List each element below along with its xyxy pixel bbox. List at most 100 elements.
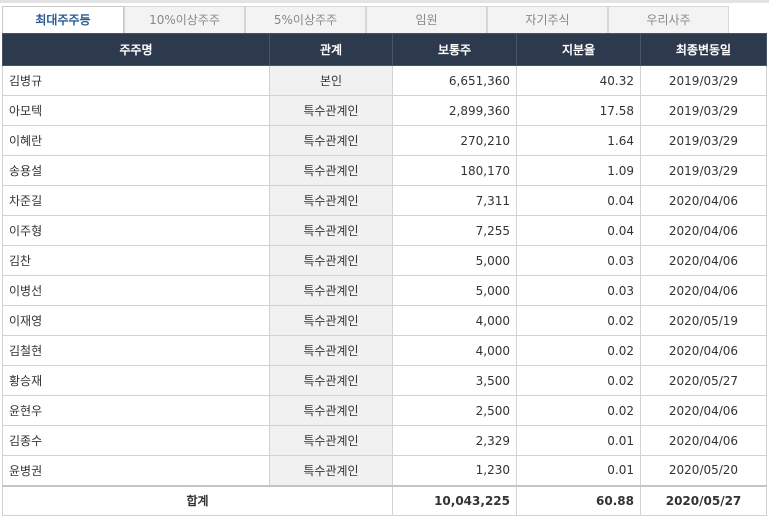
table-row: 황승재 특수관계인 3,500 0.02 2020/05/27 bbox=[2, 365, 767, 396]
shareholder-shares: 2,500 bbox=[392, 395, 517, 426]
shareholder-relation: 특수관계인 bbox=[269, 365, 393, 396]
table-row: 윤현우 특수관계인 2,500 0.02 2020/04/06 bbox=[2, 395, 767, 426]
shareholder-ratio: 0.02 bbox=[516, 365, 641, 396]
shareholder-shares: 2,899,360 bbox=[392, 95, 517, 126]
shareholder-name: 황승재 bbox=[2, 365, 270, 396]
shareholder-ratio: 0.02 bbox=[516, 395, 641, 426]
shareholder-ratio: 0.01 bbox=[516, 455, 641, 486]
shareholder-relation: 특수관계인 bbox=[269, 185, 393, 216]
table-row: 송용설 특수관계인 180,170 1.09 2019/03/29 bbox=[2, 155, 767, 186]
shareholder-name: 김찬 bbox=[2, 245, 270, 276]
shareholder-ratio: 40.32 bbox=[516, 65, 641, 96]
table-row: 김찬 특수관계인 5,000 0.03 2020/04/06 bbox=[2, 245, 767, 276]
shareholder-change-date: 2020/04/06 bbox=[640, 245, 767, 276]
shareholder-relation: 본인 bbox=[269, 65, 393, 96]
column-header-name: 주주명 bbox=[2, 33, 270, 66]
tab-over-10-percent[interactable]: 10%이상주주 bbox=[124, 6, 245, 33]
shareholder-shares: 4,000 bbox=[392, 335, 517, 366]
table-row: 김철현 특수관계인 4,000 0.02 2020/04/06 bbox=[2, 335, 767, 366]
shareholder-name: 김철현 bbox=[2, 335, 270, 366]
shareholder-shares: 6,651,360 bbox=[392, 65, 517, 96]
shareholder-ratio: 0.02 bbox=[516, 335, 641, 366]
shareholder-ratio: 17.58 bbox=[516, 95, 641, 126]
column-header-shares: 보통주 bbox=[392, 33, 517, 66]
shareholder-change-date: 2020/04/06 bbox=[640, 215, 767, 246]
shareholder-name: 아모텍 bbox=[2, 95, 270, 126]
shareholder-tab-bar: 최대주주등 10%이상주주 5%이상주주 임원 자기주식 우리사주 bbox=[0, 0, 769, 33]
table-row: 차준길 특수관계인 7,311 0.04 2020/04/06 bbox=[2, 185, 767, 216]
shareholder-change-date: 2020/04/06 bbox=[640, 395, 767, 426]
shareholder-table: 주주명 관계 보통주 지분율 최종변동일 김병규 본인 6,651,360 40.32… bbox=[2, 33, 767, 516]
shareholder-relation: 특수관계인 bbox=[269, 245, 393, 276]
shareholder-change-date: 2019/03/29 bbox=[640, 95, 767, 126]
shareholder-relation: 특수관계인 bbox=[269, 335, 393, 366]
table-row: 김병규 본인 6,651,360 40.32 2019/03/29 bbox=[2, 65, 767, 96]
shareholder-shares: 7,311 bbox=[392, 185, 517, 216]
shareholder-shares: 270,210 bbox=[392, 125, 517, 156]
table-row: 김종수 특수관계인 2,329 0.01 2020/04/06 bbox=[2, 425, 767, 456]
shareholder-relation: 특수관계인 bbox=[269, 95, 393, 126]
shareholder-relation: 특수관계인 bbox=[269, 455, 393, 486]
shareholder-name: 김병규 bbox=[2, 65, 270, 96]
tab-treasury-stock[interactable]: 자기주식 bbox=[487, 6, 608, 33]
shareholder-ratio: 0.04 bbox=[516, 215, 641, 246]
shareholder-change-date: 2019/03/29 bbox=[640, 65, 767, 96]
shareholder-change-date: 2020/05/20 bbox=[640, 455, 767, 486]
total-row: 합계 10,043,225 60.88 2020/05/27 bbox=[2, 484, 767, 516]
shareholder-ratio: 0.01 bbox=[516, 425, 641, 456]
shareholder-shares: 1,230 bbox=[392, 455, 517, 486]
shareholder-change-date: 2020/04/06 bbox=[640, 425, 767, 456]
table-row: 이병선 특수관계인 5,000 0.03 2020/04/06 bbox=[2, 275, 767, 306]
shareholder-shares: 180,170 bbox=[392, 155, 517, 186]
shareholder-change-date: 2020/05/19 bbox=[640, 305, 767, 336]
shareholder-change-date: 2020/05/27 bbox=[640, 365, 767, 396]
total-change-date: 2020/05/27 bbox=[640, 484, 767, 516]
shareholder-name: 차준길 bbox=[2, 185, 270, 216]
column-header-relation: 관계 bbox=[269, 33, 393, 66]
shareholder-name: 이혜란 bbox=[2, 125, 270, 156]
shareholder-name: 이병선 bbox=[2, 275, 270, 306]
shareholder-name: 윤병권 bbox=[2, 455, 270, 486]
table-header-row: 주주명 관계 보통주 지분율 최종변동일 bbox=[2, 33, 767, 66]
shareholder-shares: 5,000 bbox=[392, 275, 517, 306]
column-header-ratio: 지분율 bbox=[516, 33, 641, 66]
total-shares: 10,043,225 bbox=[392, 484, 517, 516]
total-ratio: 60.88 bbox=[516, 484, 641, 516]
shareholder-relation: 특수관계인 bbox=[269, 305, 393, 336]
shareholder-ratio: 0.03 bbox=[516, 245, 641, 276]
table-row: 이혜란 특수관계인 270,210 1.64 2019/03/29 bbox=[2, 125, 767, 156]
shareholder-relation: 특수관계인 bbox=[269, 215, 393, 246]
shareholder-change-date: 2020/04/06 bbox=[640, 185, 767, 216]
shareholder-ratio: 0.03 bbox=[516, 275, 641, 306]
shareholder-shares: 2,329 bbox=[392, 425, 517, 456]
shareholder-relation: 특수관계인 bbox=[269, 125, 393, 156]
table-row: 이재영 특수관계인 4,000 0.02 2020/05/19 bbox=[2, 305, 767, 336]
shareholder-ratio: 1.09 bbox=[516, 155, 641, 186]
table-row: 윤병권 특수관계인 1,230 0.01 2020/05/20 bbox=[2, 455, 767, 486]
shareholder-change-date: 2020/04/06 bbox=[640, 275, 767, 306]
shareholder-relation: 특수관계인 bbox=[269, 155, 393, 186]
column-header-date: 최종변동일 bbox=[640, 33, 767, 66]
shareholder-ratio: 0.04 bbox=[516, 185, 641, 216]
shareholder-name: 김종수 bbox=[2, 425, 270, 456]
shareholder-shares: 4,000 bbox=[392, 305, 517, 336]
shareholder-change-date: 2019/03/29 bbox=[640, 125, 767, 156]
shareholder-name: 이주형 bbox=[2, 215, 270, 246]
total-label: 합계 bbox=[2, 484, 393, 516]
tab-major-shareholders[interactable]: 최대주주등 bbox=[2, 6, 124, 33]
shareholder-name: 이재영 bbox=[2, 305, 270, 336]
shareholder-relation: 특수관계인 bbox=[269, 395, 393, 426]
shareholder-name: 송용설 bbox=[2, 155, 270, 186]
tab-employee-stock[interactable]: 우리사주 bbox=[608, 6, 729, 33]
shareholder-name: 윤현우 bbox=[2, 395, 270, 426]
shareholder-shares: 7,255 bbox=[392, 215, 517, 246]
shareholder-change-date: 2019/03/29 bbox=[640, 155, 767, 186]
table-row: 아모텍 특수관계인 2,899,360 17.58 2019/03/29 bbox=[2, 95, 767, 126]
tab-executives[interactable]: 임원 bbox=[366, 6, 487, 33]
shareholder-shares: 3,500 bbox=[392, 365, 517, 396]
tab-over-5-percent[interactable]: 5%이상주주 bbox=[245, 6, 366, 33]
shareholder-relation: 특수관계인 bbox=[269, 275, 393, 306]
shareholder-shares: 5,000 bbox=[392, 245, 517, 276]
shareholder-change-date: 2020/04/06 bbox=[640, 335, 767, 366]
shareholder-ratio: 0.02 bbox=[516, 305, 641, 336]
